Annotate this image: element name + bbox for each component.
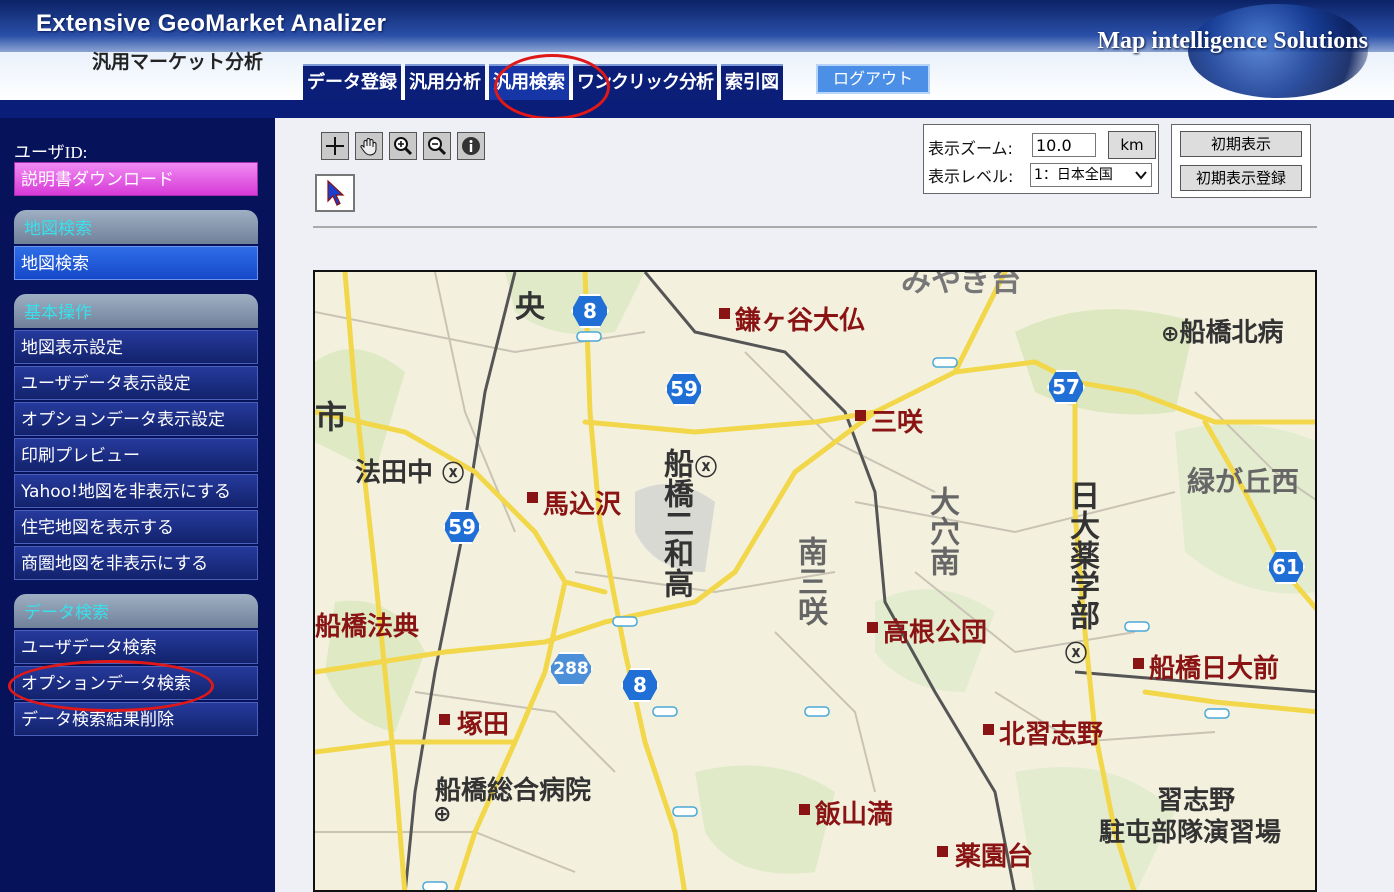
main-content: 表示ズーム: 10.0 km 表示レベル: 1：日本全国 初期表示 初期表示登録 bbox=[275, 118, 1394, 892]
chevron-down-icon bbox=[1135, 171, 1147, 180]
brand-logo: Map intelligence Solutions bbox=[1097, 28, 1368, 54]
map-view[interactable]: 8 59 57 59 61 288 8 みやぎ台 央 市 船橋二和高 南三咲 大… bbox=[313, 270, 1317, 892]
pan-hand-icon[interactable] bbox=[355, 132, 383, 160]
zoom-input[interactable]: 10.0 bbox=[1032, 133, 1096, 157]
place-label-funabashi-kita: ⊕船橋北病 bbox=[1161, 312, 1283, 349]
crosshair-icon[interactable] bbox=[321, 132, 349, 160]
area-label-funabashi-wako: 船橋二和高 bbox=[658, 448, 693, 598]
tab-index-map[interactable]: 索引図 bbox=[721, 64, 783, 100]
hospital-icon: ⊕ bbox=[1161, 322, 1180, 347]
sidebar-item-user-data-display[interactable]: ユーザデータ表示設定 bbox=[14, 366, 258, 400]
app-subtitle: 汎用マーケット分析 bbox=[92, 51, 264, 73]
app-title: Extensive GeoMarket Analizer bbox=[36, 10, 387, 37]
school-icon-nichidai: ⓧ bbox=[1065, 642, 1088, 667]
sidebar-item-map-display-settings[interactable]: 地図表示設定 bbox=[14, 330, 258, 364]
station-marker bbox=[799, 804, 810, 815]
info-icon[interactable] bbox=[457, 132, 485, 160]
station-takane-koudan: 高根公団 bbox=[883, 618, 988, 648]
level-label: 表示レベル: bbox=[928, 167, 1014, 186]
sidebar-item-user-data-search[interactable]: ユーザデータ検索 bbox=[14, 630, 258, 664]
tab-general-analysis[interactable]: 汎用分析 bbox=[405, 64, 485, 100]
station-tsukada: 塚田 bbox=[457, 710, 510, 740]
station-kitanarashino: 北習志野 bbox=[999, 720, 1104, 750]
station-marker bbox=[867, 622, 878, 633]
area-label-midorigaoka: 緑が丘西 bbox=[1187, 465, 1300, 498]
sidebar-item-hide-trade-area-map[interactable]: 商圏地図を非表示にする bbox=[14, 546, 258, 580]
place-label-houdenaka: 法田中 ⓧ bbox=[355, 452, 464, 489]
station-marker bbox=[1133, 658, 1144, 669]
sidebar-item-map-search[interactable]: 地図検索 bbox=[14, 246, 258, 280]
school-icon: ⓧ bbox=[442, 462, 465, 487]
school-icon-wako: ⓧ bbox=[695, 456, 718, 481]
divider bbox=[313, 226, 1317, 228]
logout-button[interactable]: ログアウト bbox=[816, 64, 930, 94]
zoom-label: 表示ズーム: bbox=[928, 139, 1013, 158]
place-label-houdenaka-text: 法田中 bbox=[355, 458, 434, 488]
hospital-icon-sogo: ⊕ bbox=[433, 802, 452, 827]
initial-view-register-button[interactable]: 初期表示登録 bbox=[1180, 165, 1302, 191]
sidebar-item-show-housing-map[interactable]: 住宅地図を表示する bbox=[14, 510, 258, 544]
user-id-label: ユーザID: bbox=[14, 143, 88, 162]
sidebar-item-option-data-search[interactable]: オプションデータ検索 bbox=[14, 666, 258, 700]
area-label-nichidai-yakugakubu: 日大薬学部 bbox=[1064, 480, 1099, 630]
area-label-chuo: 央 bbox=[515, 290, 545, 325]
level-select-value: 1：日本全国 bbox=[1034, 167, 1113, 183]
initial-view-panel: 初期表示 初期表示登録 bbox=[1171, 124, 1311, 198]
zoom-in-icon[interactable] bbox=[389, 132, 417, 160]
sidebar: ユーザID: 説明書ダウンロード 地図検索 地図検索 基本操作 地図表示設定 ユ… bbox=[0, 118, 275, 892]
station-marker bbox=[983, 724, 994, 735]
section-basic: 基本操作 bbox=[14, 294, 258, 328]
station-marker bbox=[527, 492, 538, 503]
station-kamagaya-daibutsu: 鎌ヶ谷大仏 bbox=[735, 306, 866, 336]
select-arrow-icon[interactable] bbox=[315, 174, 355, 212]
main-tabs: データ登録 汎用分析 汎用検索 ワンクリック分析 索引図 bbox=[303, 64, 787, 100]
manual-download-button[interactable]: 説明書ダウンロード bbox=[14, 162, 258, 196]
area-label-miyagidai: みやぎ台 bbox=[901, 270, 1021, 299]
tab-data-register[interactable]: データ登録 bbox=[303, 64, 401, 100]
level-select[interactable]: 1：日本全国 bbox=[1030, 163, 1152, 187]
tab-general-search[interactable]: 汎用検索 bbox=[489, 64, 569, 100]
station-marker bbox=[855, 410, 866, 421]
section-map-search: 地図検索 bbox=[14, 210, 258, 244]
station-sakiku: 三咲 bbox=[871, 408, 924, 438]
sidebar-item-hide-yahoo-map[interactable]: Yahoo!地図を非表示にする bbox=[14, 474, 258, 508]
sidebar-item-clear-search-results[interactable]: データ検索結果削除 bbox=[14, 702, 258, 736]
area-label-ichi: 市 bbox=[315, 398, 348, 436]
app-header: Extensive GeoMarket Analizer 汎用マーケット分析 M… bbox=[0, 0, 1394, 118]
station-magomezawa: 馬込沢 bbox=[543, 490, 622, 520]
tab-one-click-analysis[interactable]: ワンクリック分析 bbox=[573, 64, 717, 100]
section-data-search: データ検索 bbox=[14, 594, 258, 628]
station-yakuendai: 薬園台 bbox=[955, 842, 1034, 872]
place-label-funabashi-sogo: 船橋総合病院 bbox=[435, 776, 592, 806]
station-funabashi-nichidai: 船橋日大前 bbox=[1149, 654, 1280, 684]
station-funabashi-hoten: 船橋法典 bbox=[315, 612, 420, 642]
sidebar-item-option-data-display[interactable]: オプションデータ表示設定 bbox=[14, 402, 258, 436]
initial-view-button[interactable]: 初期表示 bbox=[1180, 131, 1302, 157]
station-iiyamamitsu: 飯山満 bbox=[815, 800, 894, 830]
station-marker bbox=[439, 714, 450, 725]
sidebar-item-print-preview[interactable]: 印刷プレビュー bbox=[14, 438, 258, 472]
area-label-oana-minami: 大穴南 bbox=[924, 486, 959, 576]
km-button[interactable]: km bbox=[1108, 131, 1156, 159]
station-marker bbox=[719, 308, 730, 319]
station-marker bbox=[937, 846, 948, 857]
zoom-out-icon[interactable] bbox=[423, 132, 451, 160]
zoom-panel: 表示ズーム: 10.0 km 表示レベル: 1：日本全国 bbox=[923, 124, 1159, 194]
area-label-minami-sakiku: 南三咲 bbox=[792, 536, 827, 626]
place-label-chuton-enshujo: 駐屯部隊演習場 bbox=[1099, 818, 1282, 848]
header-band bbox=[0, 100, 1394, 118]
place-label-funabashi-kita-text: 船橋北病 bbox=[1179, 318, 1284, 348]
